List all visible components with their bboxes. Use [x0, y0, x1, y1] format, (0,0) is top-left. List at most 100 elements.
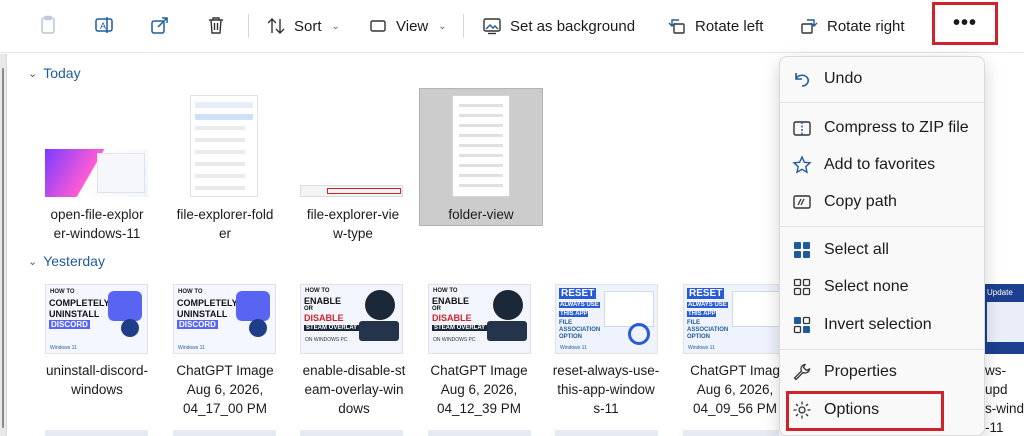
thumb-text: Update — [987, 288, 1013, 297]
thumbnail-reset-always-use-this-app[interactable]: RESET ALWAYS USE THIS APP FILE ASSOCIATI… — [555, 284, 658, 354]
file-name[interactable]: open-file-explor er-windows-11 — [38, 205, 156, 243]
file-name-line: file-explorer-fold — [176, 207, 274, 222]
thumb-text: ON WINDOWS PC — [305, 337, 348, 343]
options-highlight-box — [786, 391, 944, 431]
menu-item-properties[interactable]: Properties — [792, 356, 978, 388]
thumbnail-uninstall-discord[interactable]: HOW TO COMPLETELY UNINSTALL DISCORD Wind… — [45, 284, 148, 354]
file-name[interactable]: file-explorer-fold er — [166, 205, 284, 243]
file-name[interactable]: ChatGPT Imag Aug 6, 2026, 04_09_56 PM — [676, 361, 794, 418]
zip-icon — [793, 121, 811, 136]
thumb-text: FILE — [559, 320, 572, 326]
thumbnail-partial[interactable] — [555, 430, 658, 436]
file-name[interactable]: reset-always-use- this-app-window s-11 — [547, 361, 665, 418]
menu-separator — [780, 102, 984, 103]
view-label: View — [396, 17, 429, 35]
thumbnail-partial[interactable] — [428, 430, 531, 436]
view-icon — [370, 20, 386, 32]
delete-icon[interactable] — [205, 14, 227, 36]
menu-item-select-all[interactable]: Select all — [792, 234, 978, 266]
file-name-line: s-11 — [593, 401, 619, 416]
thumb-text: HOW TO — [178, 289, 203, 295]
rename-icon[interactable]: A — [93, 14, 115, 36]
menu-item-undo[interactable]: Undo — [792, 63, 978, 95]
file-tile-folder-view-selected[interactable]: folder-view — [419, 88, 543, 226]
menu-item-add-to-favorites[interactable]: Add to favorites — [792, 149, 978, 181]
thumb-text: HOW TO — [305, 288, 330, 294]
file-name-line: file-explorer-vie — [306, 207, 400, 222]
rotate-right-button[interactable]: Rotate right — [799, 12, 905, 40]
view-button[interactable]: View ⌄ — [368, 12, 447, 40]
file-name[interactable]: uninstall-discord- windows — [30, 361, 164, 399]
file-name-line: 04_12_39 PM — [436, 401, 522, 416]
thumbnail-partial[interactable] — [300, 430, 403, 436]
menu-item-copy-path[interactable]: Copy path — [792, 186, 978, 218]
chevron-down-icon: ⌄ — [28, 67, 38, 80]
thumb-text: OR — [432, 306, 441, 312]
see-more-menu: Undo Compress to ZIP file Add to favorit… — [779, 56, 985, 436]
thumb-text: STEAM OVERLAY — [432, 325, 488, 331]
menu-item-label: Copy path — [824, 193, 897, 210]
thumb-text: ALWAYS USE — [687, 302, 728, 308]
file-name-line: open-file-explor — [50, 207, 144, 222]
file-name[interactable]: enable-disable-st eam-overlay-win dows — [292, 361, 416, 418]
thumbnail-partial[interactable] — [173, 430, 276, 436]
file-name-line: this-app-window — [557, 382, 655, 397]
rotate-left-button[interactable]: Rotate left — [667, 12, 763, 40]
thumb-text: DISCORD — [49, 320, 90, 329]
file-name-line: reset-always-use- — [552, 363, 660, 378]
thumb-text: COMPLETELY — [177, 298, 238, 308]
file-name[interactable]: ws-upd s-wind -11 — [985, 361, 1024, 436]
thumb-text: OPTION — [687, 334, 711, 340]
thumbnail-windows-update[interactable]: Update — [985, 284, 1024, 354]
thumb-text: COMPLETELY — [49, 298, 110, 308]
thumbnail-file-explorer-folder[interactable] — [190, 95, 258, 197]
file-name-line: windows — [71, 382, 123, 397]
invert-selection-icon — [793, 316, 811, 334]
menu-item-compress[interactable]: Compress to ZIP file — [792, 112, 978, 144]
menu-item-label: Properties — [824, 363, 897, 380]
thumbnail-file-explorer-view-type[interactable] — [300, 185, 403, 197]
thumbnail-chatgpt-image-reset[interactable]: RESET ALWAYS USE THIS APP FILE ASSOCIATI… — [683, 284, 786, 354]
thumb-text: Windows 11 — [688, 345, 715, 351]
file-name[interactable]: ChatGPT Image Aug 6, 2026, 04_17_00 PM — [166, 361, 284, 418]
rotate-right-label: Rotate right — [827, 17, 905, 35]
sort-label: Sort — [294, 17, 322, 35]
sort-button[interactable]: Sort ⌄ — [266, 12, 340, 40]
chevron-down-icon: ⌄ — [28, 255, 38, 268]
thumb-text: RESET — [687, 288, 725, 299]
scrollbar[interactable] — [0, 54, 7, 436]
menu-item-invert-selection[interactable]: Invert selection — [792, 309, 978, 341]
file-name-line: ChatGPT Image — [176, 363, 274, 378]
chevron-down-icon: ⌄ — [331, 20, 340, 32]
group-header-today[interactable]: ⌄ Today — [28, 65, 81, 81]
thumbnail-chatgpt-image-steam[interactable]: HOW TO ENABLE OR DISABLE STEAM OVERLAY O… — [428, 284, 531, 354]
thumb-text: UNINSTALL — [177, 309, 228, 319]
menu-item-select-none[interactable]: Select none — [792, 271, 978, 303]
thumbnail-partial[interactable] — [45, 430, 148, 436]
thumbnail-chatgpt-image-discord[interactable]: HOW TO COMPLETELY UNINSTALL DISCORD Wind… — [173, 284, 276, 354]
select-all-icon — [794, 242, 810, 258]
thumb-text: ENABLE — [432, 296, 470, 306]
thumb-text: Windows 11 — [560, 345, 587, 351]
file-name-line: Aug 6, 2026, — [440, 382, 518, 397]
thumb-text: ASSOCIATION — [687, 327, 729, 333]
thumb-text: ENABLE — [304, 296, 342, 306]
group-header-yesterday[interactable]: ⌄ Yesterday — [28, 253, 105, 269]
paste-icon[interactable] — [37, 14, 59, 36]
file-name-line: ChatGPT Image — [430, 363, 528, 378]
thumbnail-open-file-explorer[interactable] — [45, 149, 148, 197]
menu-separator — [780, 226, 984, 227]
file-name: folder-view — [448, 207, 514, 222]
share-icon[interactable] — [149, 14, 171, 36]
see-more-button[interactable]: ••• — [932, 2, 998, 45]
thumb-text: ASSOCIATION — [559, 327, 601, 333]
select-none-icon — [793, 278, 811, 296]
thumbnail-enable-disable-steam[interactable]: HOW TO ENABLE OR DISABLE STEAM OVERLAY O… — [300, 284, 403, 354]
thumbnail-partial[interactable] — [683, 430, 779, 436]
thumb-text: THIS APP — [559, 311, 589, 317]
file-name[interactable]: ChatGPT Image Aug 6, 2026, 04_12_39 PM — [420, 361, 538, 418]
thumb-text: Windows 11 — [178, 345, 205, 351]
file-name[interactable]: file-explorer-vie w-type — [294, 205, 412, 243]
set-background-button[interactable]: Set as background — [482, 12, 635, 40]
file-name-line: enable-disable-st — [302, 363, 406, 378]
